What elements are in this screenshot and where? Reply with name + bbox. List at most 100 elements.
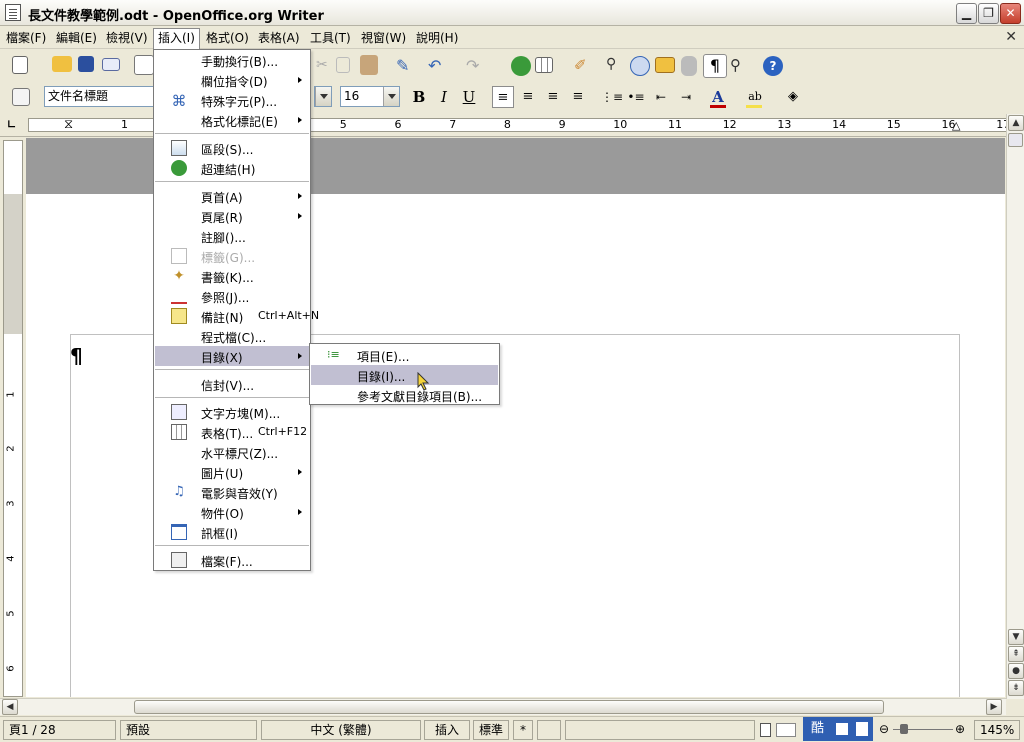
page-style-status[interactable]: 預設 xyxy=(120,720,257,740)
single-page-view-icon[interactable] xyxy=(760,723,771,737)
indent-marker-icon[interactable]: ⧖ xyxy=(64,117,73,132)
paragraph-style-combo[interactable]: 文件名標題 xyxy=(44,86,156,107)
insert-menu-item[interactable]: 物件(O) xyxy=(155,502,309,522)
multi-page-view-icon[interactable] xyxy=(776,723,796,737)
edit-file-icon[interactable] xyxy=(134,55,154,75)
increase-indent-icon[interactable]: ⇥ xyxy=(675,86,697,108)
save-icon[interactable] xyxy=(78,56,94,72)
menu-window[interactable]: 視窗(W) xyxy=(357,29,410,47)
navigator-icon[interactable] xyxy=(630,56,650,76)
bold-button[interactable]: B xyxy=(408,86,430,108)
ime-mode-label[interactable]: 酷 xyxy=(811,721,824,736)
insert-menu-item[interactable]: 程式檔(C)... xyxy=(155,326,309,346)
insert-menu-item[interactable]: 頁尾(R) xyxy=(155,206,309,226)
styles-formatting-icon[interactable] xyxy=(12,88,30,106)
ime-fullwidth-icon[interactable] xyxy=(836,722,849,735)
open-folder-icon[interactable] xyxy=(52,56,72,72)
scroll-down-icon[interactable]: ▼ xyxy=(1008,629,1024,645)
insert-menu-item[interactable]: 信封(V)... xyxy=(155,374,309,394)
data-sources-icon[interactable] xyxy=(681,56,697,76)
chevron-down-icon[interactable] xyxy=(383,87,399,106)
new-document-icon[interactable] xyxy=(12,56,28,74)
ime-toolbar[interactable]: 酷 xyxy=(803,717,873,741)
scroll-up-icon[interactable]: ▲ xyxy=(1008,115,1024,131)
vertical-scrollbar[interactable]: ▲ ▼ ⇞ ● ⇟ xyxy=(1006,114,1024,699)
zoom-slider-handle[interactable] xyxy=(900,724,908,734)
background-color-icon[interactable]: ◈ xyxy=(782,86,804,108)
insert-mode-status[interactable]: 插入 xyxy=(424,720,470,740)
previous-page-icon[interactable]: ⇞ xyxy=(1008,646,1024,662)
ime-settings-icon[interactable] xyxy=(856,721,869,736)
decrease-indent-icon[interactable]: ⇤ xyxy=(650,86,672,108)
insert-menu-item[interactable]: 檔案(F)... xyxy=(155,550,309,570)
insert-menu-item[interactable]: ✦ 書籤(K)... xyxy=(155,266,309,286)
menu-edit[interactable]: 編輯(E) xyxy=(52,29,101,47)
undo-icon[interactable]: ↶ xyxy=(428,56,448,76)
index-submenu-item[interactable]: 參考文獻目錄項目(B)... xyxy=(311,385,498,405)
zoom-out-icon[interactable]: ⊖ xyxy=(879,722,889,736)
insert-menu-item[interactable]: 格式化標記(E) xyxy=(155,110,309,130)
horizontal-scrollbar[interactable]: ◀ ▶ xyxy=(0,698,1006,715)
language-status[interactable]: 中文 (繁體) xyxy=(261,720,421,740)
scroll-right-icon[interactable]: ▶ xyxy=(986,699,1002,715)
justify-icon[interactable]: ≡ xyxy=(567,86,589,108)
insert-menu-item[interactable]: 手動換行(B)... xyxy=(155,50,309,70)
menu-table[interactable]: 表格(A) xyxy=(254,29,304,47)
tab-stop-icon[interactable]: ∟ xyxy=(7,118,16,131)
gallery-icon[interactable] xyxy=(655,57,675,73)
paste-icon[interactable] xyxy=(360,55,378,75)
scroll-left-icon[interactable]: ◀ xyxy=(2,699,18,715)
index-submenu-item[interactable]: ⁝≡ 項目(E)... xyxy=(311,345,498,365)
navigation-icon[interactable]: ● xyxy=(1008,663,1024,679)
italic-button[interactable]: I xyxy=(433,86,455,108)
scrollbar-thumb[interactable] xyxy=(1008,133,1023,147)
selection-mode-status[interactable]: 標準 xyxy=(473,720,509,740)
zoom-icon[interactable]: ⚲ xyxy=(730,56,750,76)
zoom-level[interactable]: 145% xyxy=(974,720,1020,740)
align-right-icon[interactable]: ≡ xyxy=(542,86,564,108)
insert-menu-item[interactable]: 超連結(H) xyxy=(155,158,309,178)
insert-menu-item[interactable]: 備註(N) Ctrl+Alt+N xyxy=(155,306,319,326)
menu-help[interactable]: 說明(H) xyxy=(412,29,462,47)
insert-menu-item[interactable]: 參照(J)... xyxy=(155,286,309,306)
font-name-dropdown[interactable] xyxy=(314,86,332,107)
insert-menu-item[interactable]: 圖片(U) xyxy=(155,462,309,482)
insert-menu-item[interactable]: 註腳()... xyxy=(155,226,309,246)
menu-view[interactable]: 檢視(V) xyxy=(102,29,152,47)
menu-insert[interactable]: 插入(I) xyxy=(153,28,200,49)
menu-format[interactable]: 格式(O) xyxy=(202,29,253,47)
index-submenu-item[interactable]: 目錄(I)... xyxy=(311,365,498,385)
insert-menu-item[interactable]: ♫ 電影與音效(Y) xyxy=(155,482,309,502)
underline-button[interactable]: U xyxy=(458,86,480,108)
insert-menu-item[interactable]: 頁首(A) xyxy=(155,186,309,206)
insert-menu-item[interactable]: 水平標尺(Z)... xyxy=(155,442,309,462)
insert-menu-item[interactable]: 目錄(X) xyxy=(155,346,309,366)
insert-menu-item[interactable]: 欄位指令(D) xyxy=(155,70,309,90)
align-left-icon[interactable]: ≡ xyxy=(492,86,514,108)
next-page-icon[interactable]: ⇟ xyxy=(1008,680,1024,696)
format-paintbrush-icon[interactable]: ✎ xyxy=(396,56,416,76)
font-size-combo[interactable]: 16 xyxy=(340,86,400,107)
menu-file[interactable]: 檔案(F) xyxy=(2,29,50,47)
formatting-marks-icon[interactable]: ¶ xyxy=(703,54,727,78)
menu-tools[interactable]: 工具(T) xyxy=(306,29,355,47)
numbering-icon[interactable]: ⋮≡ xyxy=(601,86,623,108)
close-window-button[interactable]: ✕ xyxy=(1000,3,1021,24)
bullets-icon[interactable]: •≡ xyxy=(625,86,647,108)
find-replace-icon[interactable]: ⚲ xyxy=(606,56,626,76)
align-center-icon[interactable]: ≡ xyxy=(517,86,539,108)
insert-menu-item[interactable]: ⌘ 特殊字元(P)... xyxy=(155,90,309,110)
draw-functions-icon[interactable]: ✐ xyxy=(574,56,594,76)
email-icon[interactable] xyxy=(102,58,120,71)
insert-menu-item[interactable]: 訊框(I) xyxy=(155,522,309,542)
insert-menu-item[interactable]: 區段(S)... xyxy=(155,138,309,158)
insert-menu-item[interactable]: 文字方塊(M)... xyxy=(155,402,309,422)
help-icon[interactable]: ? xyxy=(763,56,783,76)
page-number-status[interactable]: 頁1 / 28 xyxy=(3,720,116,740)
zoom-in-icon[interactable]: ⊕ xyxy=(955,722,965,736)
table-icon[interactable] xyxy=(535,57,553,73)
insert-menu-item[interactable]: 表格(T)... Ctrl+F12 xyxy=(155,422,309,442)
hyperlink-icon[interactable] xyxy=(511,56,531,76)
horizontal-scroll-thumb[interactable] xyxy=(134,700,884,714)
minimize-button[interactable]: ▁ xyxy=(956,3,977,24)
